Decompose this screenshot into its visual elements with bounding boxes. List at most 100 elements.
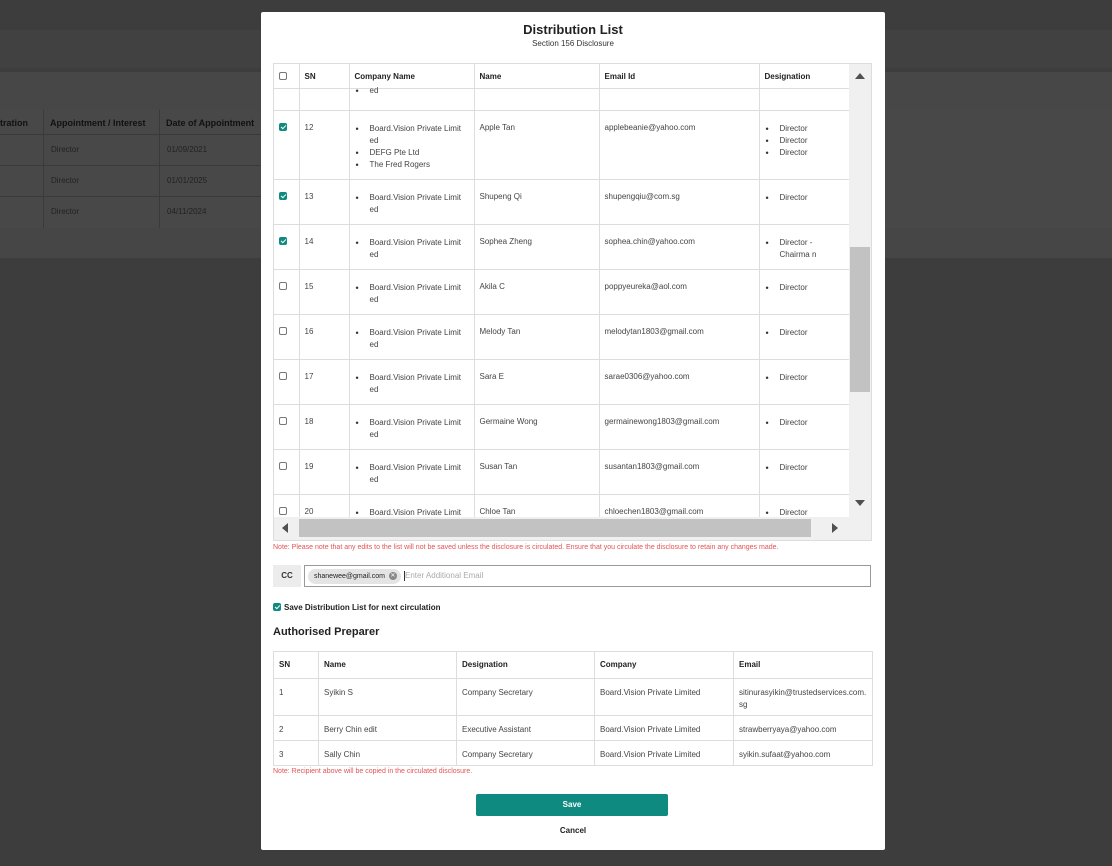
scroll-right-arrow-icon[interactable] xyxy=(832,523,838,533)
preparer-header-name: Name xyxy=(318,651,457,679)
row-checkbox[interactable] xyxy=(279,416,287,425)
table-row[interactable]: 13 Board.Vision Private Limit ed Shupeng… xyxy=(274,179,849,225)
cc-chip-label: shanewee@gmail.com xyxy=(314,573,385,580)
designation-item: Director xyxy=(765,417,844,429)
background-col-registration: tration xyxy=(0,118,28,128)
cc-email-input[interactable]: shanewee@gmail.com ✕ Enter Additional Em… xyxy=(304,565,871,587)
background-cell: 04/11/2024 xyxy=(167,207,207,216)
company-item: Board.Vision Private Limit xyxy=(355,507,469,518)
email-cell: chloechen1803@gmail.com xyxy=(599,494,760,517)
remove-chip-icon[interactable]: ✕ xyxy=(388,572,397,580)
preparer-header-row: SN Name Designation Company Email xyxy=(273,651,873,679)
cc-email-chip[interactable]: shanewee@gmail.com ✕ xyxy=(308,569,401,584)
preparer-company: Board.Vision Private Limited xyxy=(594,740,734,766)
vertical-scroll-thumb[interactable] xyxy=(850,247,870,392)
name-cell: Akila C xyxy=(474,269,600,315)
row-checkbox[interactable] xyxy=(279,326,287,335)
horizontal-scrollbar[interactable] xyxy=(274,517,871,540)
company-item: Board.Vision Private Limit ed xyxy=(355,282,469,306)
column-header-email[interactable]: Email Id xyxy=(599,64,760,89)
checkbox-cell xyxy=(274,269,300,315)
name-cell: Sophea Zheng xyxy=(474,224,600,270)
cancel-button[interactable]: Cancel xyxy=(261,826,885,835)
background-row: Director 01/09/2021 xyxy=(0,134,270,165)
sn-cell: 15 xyxy=(299,269,350,315)
column-header-sn[interactable]: SN xyxy=(299,64,350,89)
save-distribution-list-option[interactable]: Save Distribution List for next circulat… xyxy=(273,603,440,612)
designation-cell: Director xyxy=(759,359,849,405)
vertical-scrollbar[interactable] xyxy=(849,64,871,517)
column-header-designation[interactable]: Designation xyxy=(759,64,849,89)
row-checkbox[interactable] xyxy=(279,122,287,131)
preparer-email: sitinurasyikin@trustedservices.com.sg xyxy=(733,678,873,716)
table-row[interactable]: 17 Board.Vision Private Limit ed Sara E … xyxy=(274,359,849,405)
email-cell xyxy=(599,88,760,111)
designation-cell: Director xyxy=(759,179,849,225)
table-row[interactable]: 18 Board.Vision Private Limit ed Germain… xyxy=(274,404,849,450)
company-cell: ed xyxy=(349,85,475,111)
scroll-left-arrow-icon[interactable] xyxy=(282,523,288,533)
designation-item: Director xyxy=(765,135,844,147)
designation-cell: Director xyxy=(759,449,849,495)
row-checkbox[interactable] xyxy=(279,191,287,200)
name-cell: Germaine Wong xyxy=(474,404,600,450)
checkbox-cell xyxy=(274,314,300,360)
preparer-note: Note: Recipient above will be copied in … xyxy=(273,768,473,775)
company-cell: Board.Vision Private Limit ed xyxy=(349,449,475,495)
background-col-date: Date of Appointment xyxy=(166,118,255,128)
email-cell: shupengqiu@com.sg xyxy=(599,179,760,225)
cc-label: CC xyxy=(273,565,301,587)
scroll-up-arrow-icon[interactable] xyxy=(855,73,865,79)
column-header-name[interactable]: Name xyxy=(474,64,600,89)
select-all-cell xyxy=(274,64,300,89)
distribution-grid-viewport: SN Company Name Name Email Id Designatio… xyxy=(274,64,849,517)
company-cell: Board.Vision Private Limit xyxy=(349,494,475,518)
select-all-checkbox[interactable] xyxy=(279,72,287,80)
preparer-name: Berry Chin edit xyxy=(318,715,457,741)
table-row[interactable]: 20 Board.Vision Private Limit Chloe Tan … xyxy=(274,494,849,517)
preparer-name: Sally Chin xyxy=(318,740,457,766)
preparer-header-sn: SN xyxy=(273,651,319,679)
company-cell: Board.Vision Private Limit ed xyxy=(349,179,475,225)
table-row[interactable]: 14 Board.Vision Private Limit ed Sophea … xyxy=(274,224,849,270)
save-distribution-list-checkbox[interactable] xyxy=(273,603,281,611)
designation-item: Director - Chairma n xyxy=(765,237,844,261)
company-cell: Board.Vision Private Limit ed xyxy=(349,314,475,360)
background-col-appointment: Appointment / Interest xyxy=(50,118,146,128)
table-row[interactable]: 16 Board.Vision Private Limit ed Melody … xyxy=(274,314,849,360)
save-distribution-list-label: Save Distribution List for next circulat… xyxy=(284,603,441,612)
table-row-partial: ed xyxy=(274,85,849,111)
checkbox-cell xyxy=(274,224,300,270)
designation-item: Director xyxy=(765,507,844,518)
preparer-email: strawberryaya@yahoo.com xyxy=(733,715,873,741)
sn-cell xyxy=(299,88,350,111)
table-row[interactable]: 12 Board.Vision Private Limit ed DEFG Pt… xyxy=(274,110,849,180)
row-checkbox[interactable] xyxy=(279,461,287,470)
background-cell: Director xyxy=(51,176,80,185)
designation-item: Director xyxy=(765,462,844,474)
company-item: Board.Vision Private Limit ed xyxy=(355,417,469,441)
checkbox-cell xyxy=(274,494,300,517)
background-row: Director 04/11/2024 xyxy=(0,196,270,227)
preparer-email: syikin.sufaat@yahoo.com xyxy=(733,740,873,766)
row-checkbox[interactable] xyxy=(279,281,287,290)
horizontal-scroll-thumb[interactable] xyxy=(299,519,811,537)
modal-subtitle: Section 156 Disclosure xyxy=(532,39,614,48)
cc-input-placeholder[interactable]: Enter Additional Email xyxy=(405,566,483,586)
row-checkbox[interactable] xyxy=(279,236,287,245)
scroll-down-arrow-icon[interactable] xyxy=(855,500,865,506)
save-button[interactable]: Save xyxy=(476,794,668,816)
table-row[interactable]: 15 Board.Vision Private Limit ed Akila C… xyxy=(274,269,849,315)
email-cell: germainewong1803@gmail.com xyxy=(599,404,760,450)
table-row[interactable]: 19 Board.Vision Private Limit ed Susan T… xyxy=(274,449,849,495)
company-item: Board.Vision Private Limit ed xyxy=(355,123,469,147)
preparer-designation: Company Secretary xyxy=(456,740,595,766)
sn-cell: 18 xyxy=(299,404,350,450)
preparer-company: Board.Vision Private Limited xyxy=(594,715,734,741)
preparer-sn: 1 xyxy=(273,678,319,716)
designation-cell: Director xyxy=(759,494,849,517)
name-cell: Shupeng Qi xyxy=(474,179,600,225)
preparer-name: Syikin S xyxy=(318,678,457,716)
row-checkbox[interactable] xyxy=(279,371,287,380)
row-checkbox[interactable] xyxy=(279,506,287,515)
